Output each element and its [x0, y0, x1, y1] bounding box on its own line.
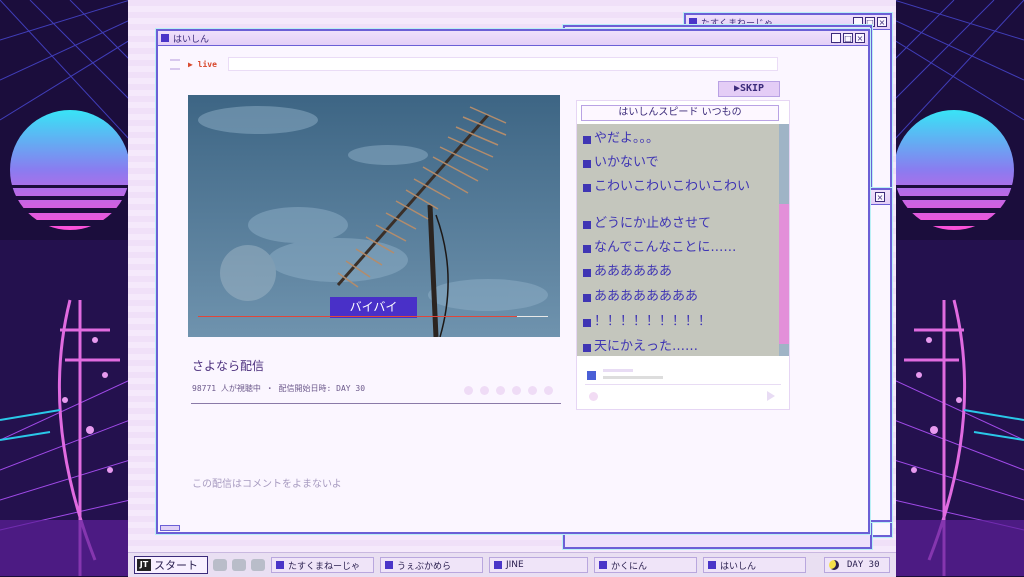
stream-window-titlebar[interactable]: はいしん _ □ ×: [158, 31, 868, 46]
send-icon[interactable]: [767, 391, 775, 401]
start-logo-icon: JT: [137, 559, 151, 571]
composer-line: [603, 376, 663, 379]
skip-button[interactable]: ▶SKIP: [718, 81, 780, 97]
bullet-icon: [583, 294, 591, 302]
background-left: [0, 0, 130, 576]
video-progress-fill: [198, 316, 517, 317]
composer-divider: [585, 384, 781, 385]
stream-address-bar: ▶ live: [170, 57, 868, 71]
chat-message-text: どうにか止めさせて: [594, 216, 712, 231]
minimize-button[interactable]: _: [831, 33, 841, 43]
taskbar: JT スタート たすくまねーじゃ うぇぶかめら JINE かくにん はいしん D…: [128, 552, 896, 577]
video-player[interactable]: バイバイ: [188, 95, 560, 337]
bullet-icon: [583, 136, 591, 144]
monitor-icon[interactable]: [251, 559, 265, 571]
chat-scrollbar-thumb[interactable]: [779, 204, 789, 344]
task-item-label: かくにん: [611, 561, 648, 572]
task-item-label: JINE: [506, 560, 524, 570]
bullet-icon: [583, 184, 591, 192]
chat-composer: [577, 359, 789, 409]
chat-message: どうにか止めさせて: [583, 217, 753, 231]
reaction-dot[interactable]: [496, 386, 505, 395]
user-icon: [587, 371, 596, 380]
chat-message: こわいこわいこわいこわい: [583, 180, 753, 194]
chat-message-text: やだよ。。。: [594, 131, 660, 146]
window-icon: [385, 561, 393, 569]
stream-window[interactable]: はいしん _ □ × ▶ live ▶SKIP バイバイ さよなら配信 9877…: [156, 29, 870, 534]
task-item-label: うぇぶかめら: [397, 561, 452, 572]
day-label: DAY 30: [847, 560, 880, 570]
window-resize-handle[interactable]: [160, 525, 180, 531]
bullet-icon: [583, 160, 591, 168]
chat-message: なんでこんなことに……: [583, 241, 753, 255]
chat-panel: はいしんスピード いつもの やだよ。。。 いかないで こわいこわいこわいこわい …: [576, 100, 790, 410]
start-button[interactable]: JT スタート: [134, 556, 208, 574]
task-item[interactable]: うぇぶかめら: [380, 557, 483, 573]
bullet-icon: [583, 344, 591, 352]
chat-icon[interactable]: [232, 559, 246, 571]
twitter-icon[interactable]: [213, 559, 227, 571]
stream-notice: この配信はコメントをよまないよ: [192, 479, 342, 490]
stream-meta: 98771 人が視聴中 ・ 配信開始日時: DAY 30: [192, 384, 366, 393]
background-window-titlebar[interactable]: ×: [870, 190, 890, 205]
background-window-small[interactable]: ×: [868, 188, 892, 522]
reaction-dot[interactable]: [544, 386, 553, 395]
background-right: [894, 0, 1024, 576]
window-icon: [708, 561, 716, 569]
reaction-dot[interactable]: [528, 386, 537, 395]
stream-window-title: はいしん: [173, 34, 210, 45]
task-item-label: たすくまねーじゃ: [288, 561, 361, 572]
bullet-icon: [583, 221, 591, 229]
reaction-dot[interactable]: [480, 386, 489, 395]
bullet-icon: [583, 319, 591, 327]
bullet-icon: [583, 269, 591, 277]
chat-message-text: ああああああああ: [594, 289, 699, 304]
moon-icon: [829, 560, 839, 570]
maximize-button[interactable]: □: [843, 33, 853, 43]
reaction-dots: [464, 386, 553, 395]
task-item-label: はいしん: [720, 561, 757, 572]
reaction-dot[interactable]: [512, 386, 521, 395]
task-item[interactable]: はいしん: [703, 557, 806, 573]
window-icon: [494, 561, 502, 569]
chat-message: やだよ。。。: [583, 132, 753, 146]
chat-message-text: こわいこわいこわいこわい: [594, 179, 751, 194]
window-icon: [276, 561, 284, 569]
close-button[interactable]: ×: [877, 17, 887, 27]
start-label: スタート: [154, 559, 198, 572]
window-icon: [161, 34, 169, 42]
task-item[interactable]: かくにん: [594, 557, 697, 573]
stream-caption: バイバイ: [330, 297, 417, 318]
live-status: ▶ live: [188, 59, 217, 69]
chat-message-text: 天にかえった……: [594, 339, 699, 354]
bullet-icon: [583, 245, 591, 253]
chat-message: ああああああ: [583, 265, 753, 279]
address-field: [228, 57, 778, 71]
day-indicator: DAY 30: [824, 557, 890, 573]
chat-message-text: ああああああ: [594, 264, 673, 279]
chat-message: ！！！！！！！！！: [583, 315, 753, 329]
chat-message: 天にかえった……: [583, 340, 753, 354]
chat-message-text: なんでこんなことに……: [594, 240, 737, 255]
chat-message-text: いかないで: [594, 155, 659, 170]
window-icon: [599, 561, 607, 569]
chat-message: いかないで: [583, 156, 753, 170]
menu-icon[interactable]: [170, 58, 180, 70]
stream-title: さよなら配信: [192, 359, 265, 373]
video-progress-bar[interactable]: [198, 316, 548, 317]
chat-header[interactable]: はいしんスピード いつもの: [581, 105, 779, 121]
chat-list[interactable]: やだよ。。。 いかないで こわいこわいこわいこわい どうにか止めさせて なんでこ…: [577, 124, 789, 356]
reaction-dot[interactable]: [464, 386, 473, 395]
close-button[interactable]: ×: [855, 33, 865, 43]
task-item[interactable]: JINE: [489, 557, 588, 573]
close-button[interactable]: ×: [875, 192, 885, 202]
divider: [191, 403, 561, 404]
task-item[interactable]: たすくまねーじゃ: [271, 557, 374, 573]
chat-message: ああああああああ: [583, 290, 753, 304]
composer-line: [603, 369, 633, 372]
emoji-icon[interactable]: [589, 392, 598, 401]
chat-message-text: ！！！！！！！！！: [594, 314, 712, 329]
chat-scrollbar[interactable]: [779, 124, 789, 356]
